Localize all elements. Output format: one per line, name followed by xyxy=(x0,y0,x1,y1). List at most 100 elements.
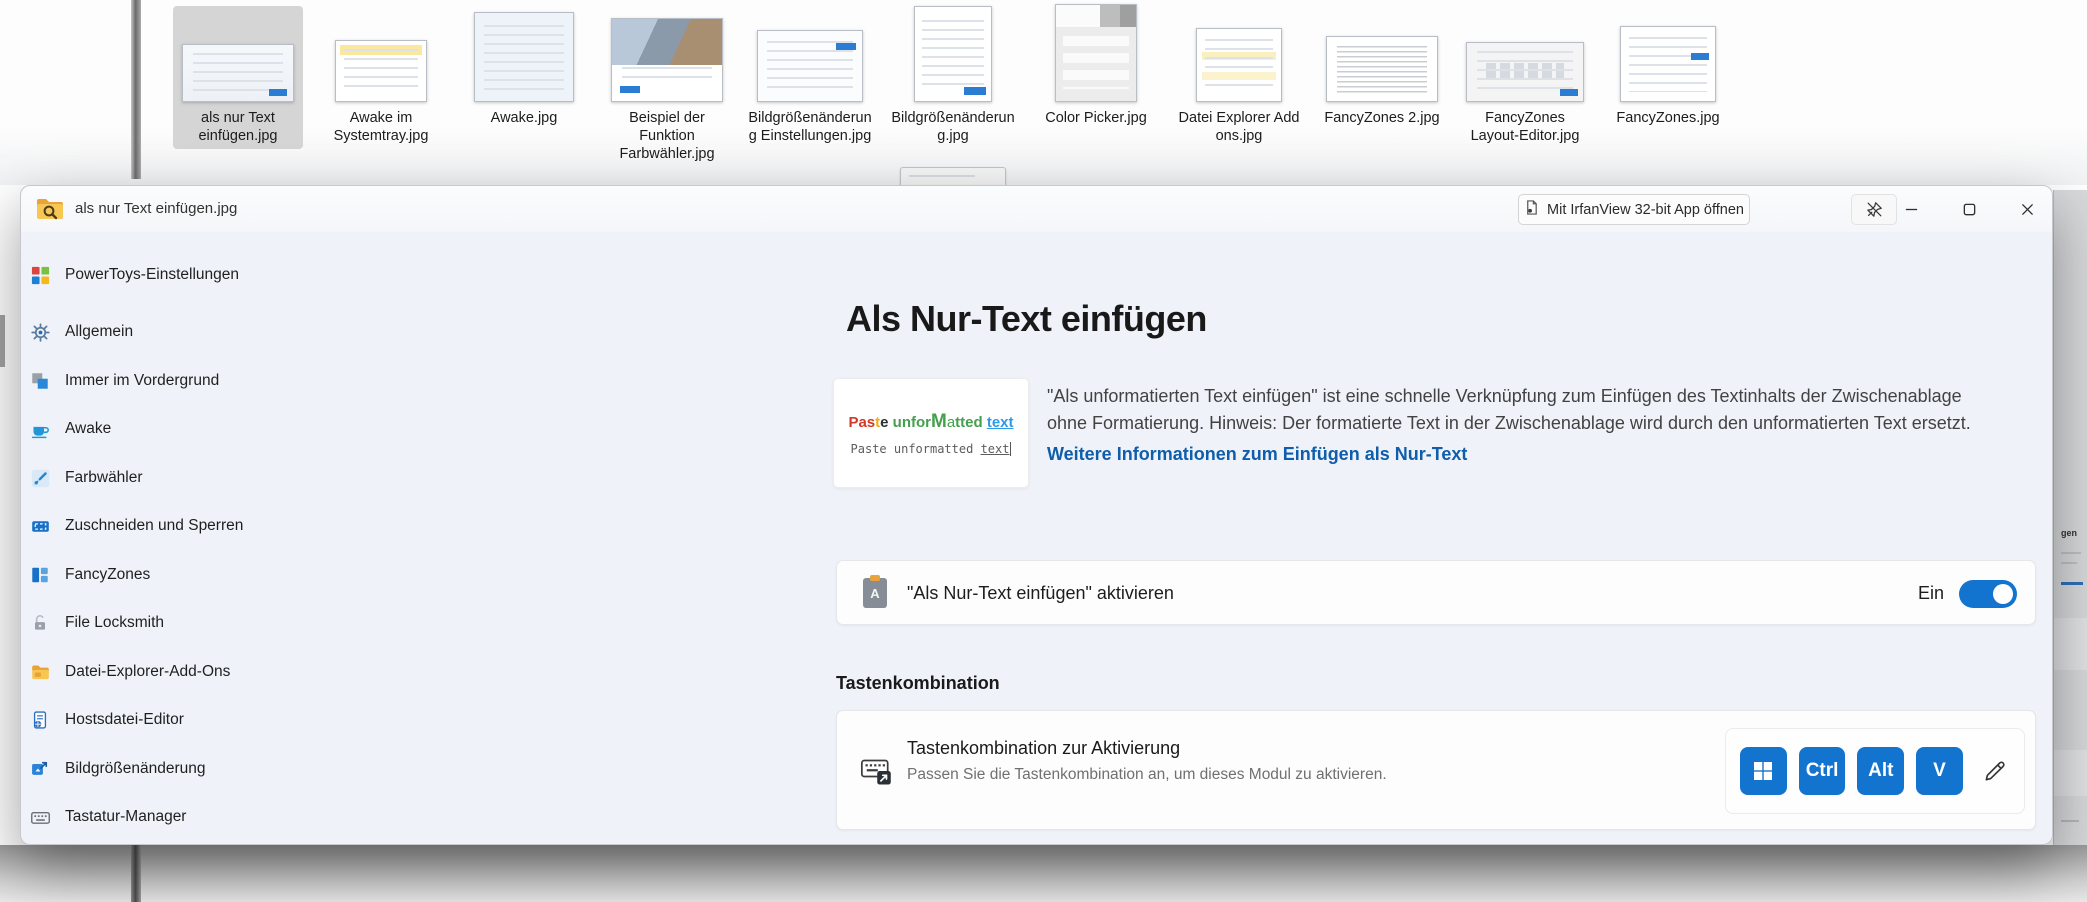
file-name: FancyZones Layout-Editor.jpg xyxy=(1470,110,1580,144)
toggle-state-label: Ein xyxy=(1917,583,1944,603)
powertoys-settings-header: PowerToys-Einstellungen xyxy=(29,260,239,290)
desktop-background xyxy=(0,845,2087,902)
shortcut-card: Tastenkombination zur Aktivierung Passen… xyxy=(836,710,2036,830)
powertoys-settings-label: PowerToys-Einstellungen xyxy=(65,266,240,283)
file-tile[interactable]: als nur Text einfügen.jpg xyxy=(173,6,303,149)
peek-folder-icon xyxy=(35,196,65,222)
file-tile[interactable]: Bildgrößenänderung Einstellungen.jpg xyxy=(745,6,875,145)
shortcut-section-header: Tastenkombination xyxy=(836,673,1000,693)
sidebar-item-farbwaehler[interactable]: Farbwähler xyxy=(29,462,143,494)
module-description: "Als unformatierten Text einfügen" ist e… xyxy=(1047,386,1971,433)
crop-lock-icon xyxy=(29,515,51,537)
maximize-button[interactable] xyxy=(1945,188,1993,230)
sidebar-item-label: Datei-Explorer-Add-Ons xyxy=(65,663,231,680)
file-name: FancyZones.jpg xyxy=(1616,110,1720,126)
keyboard-shortcut-icon xyxy=(859,755,893,787)
open-with-irfanview-button[interactable]: Mit IrfanView 32-bit App öffnen xyxy=(1518,194,1750,225)
file-thumbnail xyxy=(182,44,294,102)
image-resize-icon xyxy=(29,758,51,780)
hero-line1: Paste unforMatted text xyxy=(848,410,1014,432)
sidebar-item-label: File Locksmith xyxy=(65,614,165,631)
ctrl-key: Ctrl xyxy=(1798,747,1846,795)
file-tile[interactable]: FancyZones.jpg xyxy=(1603,6,1733,127)
file-name: FancyZones 2.jpg xyxy=(1324,110,1440,126)
file-tile[interactable]: Beispiel der Funktion Farbwähler.jpg xyxy=(602,6,732,163)
file-name: Datei Explorer Add ons.jpg xyxy=(1178,110,1300,144)
partial-thumbnail xyxy=(900,167,1006,185)
sidebar-item-immer-im-vordergrund[interactable]: Immer im Vordergrund xyxy=(29,365,219,397)
learn-more-link[interactable]: Weitere Informationen zum Einfügen als N… xyxy=(1047,444,1467,465)
pin-off-icon xyxy=(1866,202,1882,217)
alt-key: Alt xyxy=(1857,747,1905,795)
sidebar-item-allgemein[interactable]: Allgemein xyxy=(29,316,133,348)
sidebar-item-label: Zuschneiden und Sperren xyxy=(65,517,244,534)
shortcut-keys-panel: Ctrl Alt V xyxy=(1725,728,2025,814)
file-thumbnail xyxy=(1055,4,1137,102)
file-thumbnail xyxy=(474,12,574,102)
screen: als nur Text einfügen.jpg Awake im Syste… xyxy=(0,0,2087,902)
document-icon xyxy=(29,709,51,731)
sidebar-item-bildgroessenaenderung[interactable]: Bildgrößenänderung xyxy=(29,753,205,785)
file-tile[interactable]: Awake.jpg xyxy=(459,6,589,127)
file-tile[interactable]: Color Picker.jpg xyxy=(1031,4,1161,127)
explorer-thumbnail-strip: als nur Text einfügen.jpg Awake im Syste… xyxy=(0,0,2087,185)
sidebar-item-datei-explorer-add-ons[interactable]: Datei-Explorer-Add-Ons xyxy=(29,656,230,688)
close-button[interactable] xyxy=(2003,188,2051,230)
fancyzones-icon xyxy=(29,564,51,586)
file-thumbnail xyxy=(335,40,427,102)
sidebar-item-label: Tastatur-Manager xyxy=(65,808,187,825)
enable-module-toggle[interactable] xyxy=(1959,579,2017,608)
sidebar-item-label: Awake xyxy=(65,420,112,437)
gear-icon xyxy=(29,321,51,343)
sidebar-item-label: Hostsdatei-Editor xyxy=(65,711,184,728)
file-name: als nur Text einfügen.jpg xyxy=(198,110,278,144)
shortcut-row-subtitle: Passen Sie die Tastenkombination an, um … xyxy=(907,766,1387,783)
windows-logo-icon xyxy=(1754,762,1773,780)
file-tile[interactable]: Bildgrößenänderung.jpg xyxy=(888,6,1018,145)
sliver-text-fragment: gen xyxy=(2061,528,2078,538)
sidebar-item-file-locksmith[interactable]: File Locksmith xyxy=(29,607,164,639)
enable-module-label: "Als Nur-Text einfügen" aktivieren xyxy=(907,583,1174,603)
file-tile[interactable]: FancyZones 2.jpg xyxy=(1317,6,1447,127)
always-on-top-icon xyxy=(29,370,51,392)
file-thumbnail xyxy=(1196,28,1282,102)
file-name: Beispiel der Funktion Farbwähler.jpg xyxy=(619,110,715,162)
titlebar: als nur Text einfügen.jpg Mit IrfanView … xyxy=(21,186,2052,232)
file-name: Color Picker.jpg xyxy=(1045,110,1147,126)
file-tile[interactable]: Datei Explorer Add ons.jpg xyxy=(1174,6,1304,145)
toggle-knob xyxy=(1993,583,2013,604)
maximize-icon xyxy=(1963,203,1975,215)
background-window-edge xyxy=(0,315,5,367)
sidebar-item-label: Farbwähler xyxy=(65,469,143,486)
file-thumbnail xyxy=(611,18,723,102)
folder-icon xyxy=(29,661,51,683)
sidebar-item-label: Immer im Vordergrund xyxy=(65,372,220,389)
background-window-divider xyxy=(131,0,141,179)
background-settings-window-sliver: gen xyxy=(2053,190,2087,845)
file-tile[interactable]: Awake im Systemtray.jpg xyxy=(316,6,446,145)
app-document-icon xyxy=(1524,200,1539,219)
sidebar-item-zuschneiden-und-sperren[interactable]: Zuschneiden und Sperren xyxy=(29,510,243,542)
file-thumbnail xyxy=(1326,36,1438,102)
sidebar-item-tastatur-manager[interactable]: Tastatur-Manager xyxy=(29,801,186,833)
page-title: Als Nur-Text einfügen xyxy=(846,298,1207,339)
window-title: als nur Text einfügen.jpg xyxy=(75,200,238,217)
file-thumbnail xyxy=(757,30,863,102)
file-tile[interactable]: FancyZones Layout-Editor.jpg xyxy=(1460,6,1590,145)
file-name: Bildgrößenänderung.jpg xyxy=(891,110,1015,144)
windows-key xyxy=(1740,747,1787,795)
minimize-button[interactable] xyxy=(1887,188,1935,230)
file-name: Awake im Systemtray.jpg xyxy=(333,110,429,144)
edit-shortcut-button[interactable] xyxy=(1981,756,2010,786)
v-key: V xyxy=(1916,747,1963,795)
padlock-icon xyxy=(29,612,51,634)
sidebar-item-label: FancyZones xyxy=(65,566,151,583)
paste-as-plain-text-icon xyxy=(863,575,887,608)
peek-window: als nur Text einfügen.jpg Mit IrfanView … xyxy=(20,185,2053,845)
close-icon xyxy=(2021,203,2033,215)
file-name: Bildgrößenänderung Einstellungen.jpg xyxy=(748,110,872,144)
sidebar-item-awake[interactable]: Awake xyxy=(29,413,111,445)
keyboard-icon xyxy=(29,806,51,828)
sidebar-item-hostsdatei-editor[interactable]: Hostsdatei-Editor xyxy=(29,704,184,736)
sidebar-item-fancyzones[interactable]: FancyZones xyxy=(29,559,150,591)
